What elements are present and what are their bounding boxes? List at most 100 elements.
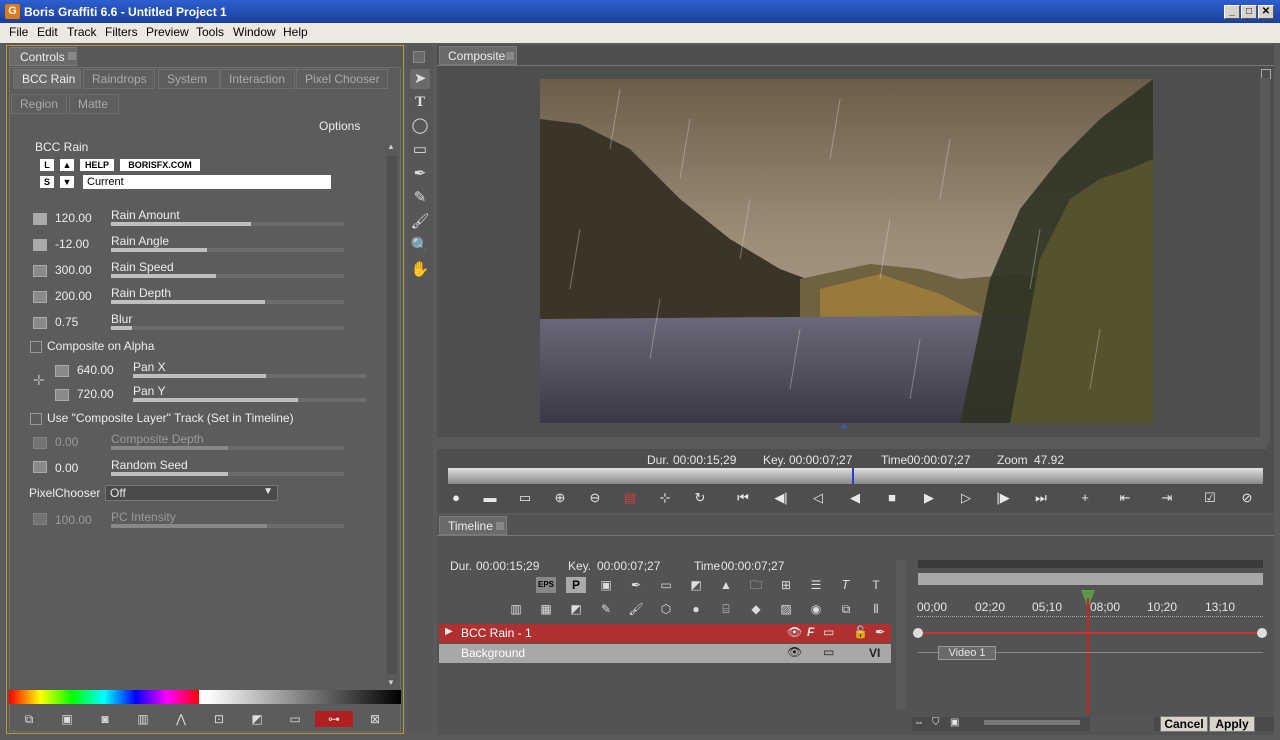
load-preset-button[interactable]: L <box>40 159 54 171</box>
chart-icon[interactable]: ▥ <box>506 601 526 617</box>
tab-matte[interactable]: Matte <box>69 94 119 114</box>
keyframe-icon[interactable] <box>55 389 69 401</box>
rain-amount-slider[interactable] <box>111 222 344 226</box>
play-back-icon[interactable]: ◀ <box>845 490 865 506</box>
anchor-point-icon[interactable]: ⌖ <box>840 418 848 435</box>
rectangle-tool-icon[interactable]: ▭ <box>410 140 430 160</box>
lock-icon[interactable]: 🔓 <box>853 625 868 639</box>
track-bar-rain[interactable] <box>918 632 1263 634</box>
pencil-tool-icon[interactable]: ✎ <box>410 188 430 208</box>
scrub-bar[interactable] <box>448 468 1263 484</box>
keyframe-icon[interactable] <box>33 265 47 277</box>
comp-zoom-value[interactable]: 47.92 <box>1034 453 1064 467</box>
tab-system[interactable]: System <box>158 69 220 89</box>
snap-icon[interactable]: ▣ <box>950 717 959 728</box>
pen-track-icon[interactable]: ✒ <box>875 625 885 639</box>
zoom-out-icon[interactable]: ⊖ <box>585 490 605 506</box>
check-icon[interactable]: ☑ <box>1200 490 1220 506</box>
brush-icon[interactable]: 🖌 <box>626 601 646 617</box>
panel-button-icon[interactable]: ▭ <box>285 711 305 727</box>
pan-y-value[interactable]: 720.00 <box>77 387 114 401</box>
zoom-range-bar[interactable] <box>918 573 1263 585</box>
playhead-marker[interactable] <box>852 468 854 484</box>
sphere-icon[interactable]: ● <box>686 601 706 617</box>
timeline-hscroll[interactable] <box>1090 717 1154 731</box>
monitor-icon[interactable]: ▭ <box>823 645 834 659</box>
composite-layer-checkbox[interactable] <box>30 413 42 425</box>
disable-icon[interactable]: ⊘ <box>1237 490 1257 506</box>
select-tool-icon[interactable]: ➤ <box>410 69 430 89</box>
tl-time-value[interactable]: 00:00:07;27 <box>721 559 784 573</box>
pen-tool-icon[interactable]: ✒ <box>410 164 430 184</box>
zoom-in-icon[interactable]: ⊕ <box>550 490 570 506</box>
play-icon[interactable]: ▶ <box>919 490 939 506</box>
cube-icon[interactable]: ⬡ <box>656 601 676 617</box>
expand-icon[interactable]: ▶ <box>445 626 453 637</box>
rain-angle-value[interactable]: -12.00 <box>55 237 89 251</box>
ellipse-tool-icon[interactable]: ◯ <box>410 116 430 136</box>
zoom-fit-icon[interactable]: ⇔ <box>914 717 924 728</box>
out-point-icon[interactable]: ⇥ <box>1157 490 1177 506</box>
spline-icon[interactable]: ⋀ <box>171 711 191 727</box>
prev-key-icon[interactable]: ◀| <box>771 490 791 506</box>
color-marker[interactable] <box>199 690 207 704</box>
preset-down-button[interactable]: ▼ <box>60 176 74 188</box>
panel-button-icon[interactable]: ⊠ <box>365 711 385 727</box>
scroll-down-icon[interactable]: ▼ <box>387 678 395 687</box>
video-clip[interactable]: Video 1 <box>938 646 996 660</box>
diamond-icon[interactable]: ◆ <box>746 601 766 617</box>
comp-key-value[interactable]: 00:00:07;27 <box>789 453 852 467</box>
borisfx-button[interactable]: BORISFX.COM <box>120 159 200 171</box>
eye-icon[interactable]: 👁 <box>787 625 802 639</box>
rain-depth-value[interactable]: 200.00 <box>55 289 92 303</box>
menu-edit[interactable]: Edit <box>37 25 58 39</box>
hue-color-bar[interactable] <box>9 690 199 704</box>
record-icon[interactable]: ● <box>446 490 466 505</box>
options-label[interactable]: Options <box>319 119 360 133</box>
menu-filters[interactable]: Filters <box>105 25 138 39</box>
panel-button-icon[interactable]: ◩ <box>247 711 267 727</box>
layer-icon[interactable]: ▣ <box>596 577 616 593</box>
menu-window[interactable]: Window <box>233 25 276 39</box>
pan-x-value[interactable]: 640.00 <box>77 363 114 377</box>
horizontal-scrollbar[interactable] <box>437 437 1267 449</box>
menu-track[interactable]: Track <box>67 25 97 39</box>
text-style-icon[interactable]: 𝑇 <box>836 577 856 593</box>
grid-icon[interactable]: ⊹ <box>655 490 675 506</box>
stop-icon[interactable]: ■ <box>882 490 902 505</box>
marker-icon[interactable]: ⛉ <box>932 717 940 728</box>
text-tool-icon[interactable]: T <box>410 92 430 112</box>
minimize-button[interactable]: _ <box>1224 5 1240 19</box>
grid-layer-icon[interactable]: ▦ <box>536 601 556 617</box>
tab-close-icon[interactable] <box>496 522 504 530</box>
edit-layer-icon[interactable]: ◩ <box>566 601 586 617</box>
crosshair-icon[interactable]: ✛ <box>33 372 45 389</box>
gradient-icon[interactable]: ◩ <box>686 577 706 593</box>
rain-depth-slider[interactable] <box>111 300 344 304</box>
cylinder-icon[interactable]: ⌸ <box>716 601 736 617</box>
keyframe-icon[interactable] <box>33 461 47 473</box>
hand-tool-icon[interactable]: ✋ <box>410 260 430 280</box>
tab-interaction[interactable]: Interaction <box>220 69 295 89</box>
menu-tools[interactable]: Tools <box>196 25 224 39</box>
step-forward-icon[interactable]: ▷ <box>956 490 976 506</box>
shape-icon[interactable]: ▲ <box>716 577 736 593</box>
pan-x-slider[interactable] <box>133 374 366 378</box>
text-block-icon[interactable]: ☰ <box>806 577 826 593</box>
eps-button[interactable]: EPS <box>536 577 556 593</box>
solid-icon[interactable]: ▭ <box>656 577 676 593</box>
menu-file[interactable]: File <box>9 25 28 39</box>
go-end-icon[interactable]: ⏭ <box>1031 490 1051 506</box>
panel-button-icon[interactable]: ⊡ <box>209 711 229 727</box>
copy-icon[interactable]: ⧉ <box>836 601 856 617</box>
folder-icon[interactable]: 🗀 <box>746 577 766 593</box>
keyframe-icon[interactable] <box>33 291 47 303</box>
key-icon[interactable]: ⊶ <box>315 711 353 727</box>
blur-value[interactable]: 0.75 <box>55 315 78 329</box>
tab-close-icon[interactable] <box>506 52 514 60</box>
menu-help[interactable]: Help <box>283 25 308 39</box>
time-cursor-line[interactable] <box>1087 598 1089 714</box>
tab-controls[interactable]: Controls <box>9 47 77 66</box>
tab-region[interactable]: Region <box>11 94 67 114</box>
keyframe-icon[interactable] <box>55 365 69 377</box>
